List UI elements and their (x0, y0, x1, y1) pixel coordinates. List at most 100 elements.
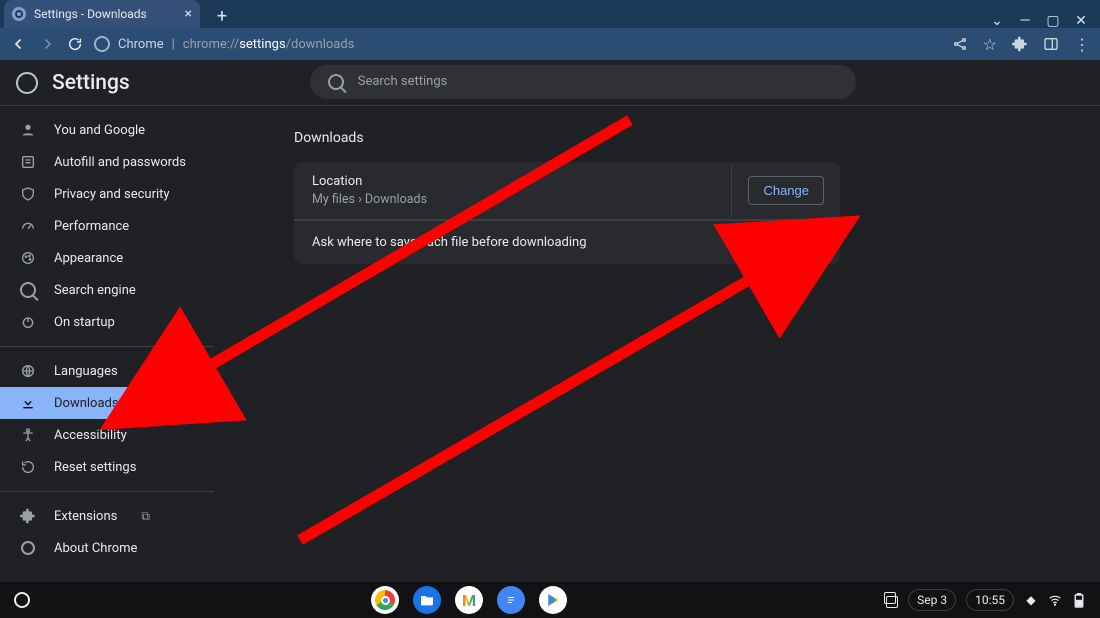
wifi-icon[interactable] (1048, 593, 1062, 607)
sidebar-item-downloads[interactable]: Downloads (0, 387, 198, 419)
chevron-down-icon[interactable]: ⌄ (990, 14, 1004, 28)
maximize-icon[interactable]: ▢ (1046, 14, 1060, 28)
tray-date[interactable]: Sep 3 (908, 589, 956, 611)
url-path: /downloads (286, 37, 355, 52)
sidebar-item-about[interactable]: About Chrome (0, 532, 214, 564)
settings-search-input[interactable]: Search settings (310, 65, 856, 99)
minimize-icon[interactable]: — (1018, 14, 1032, 28)
sidebar-label: Accessibility (54, 428, 127, 443)
location-path: My files › Downloads (312, 192, 713, 207)
sidebar-separator (0, 491, 214, 492)
download-icon (20, 395, 36, 411)
overview-icon[interactable] (884, 593, 898, 607)
downloads-card: Location My files › Downloads Change Ask… (294, 162, 840, 264)
person-icon (20, 122, 36, 138)
settings-content: Settings Search settings You and Google … (0, 60, 1100, 582)
sidebar-label: Search engine (54, 283, 136, 298)
sidebar-item-privacy[interactable]: Privacy and security (0, 178, 214, 210)
sidebar-label: Appearance (54, 251, 123, 266)
sidebar-item-you-google[interactable]: You and Google (0, 114, 214, 146)
sidebar-label: Languages (54, 364, 118, 379)
sidebar-item-accessibility[interactable]: Accessibility (0, 419, 214, 451)
app-files[interactable] (413, 586, 441, 614)
palette-icon (20, 250, 36, 266)
location-label: Location (312, 174, 713, 189)
app-gmail[interactable]: M (455, 586, 483, 614)
ask-before-download-label: Ask where to save each file before downl… (312, 235, 587, 250)
app-chrome[interactable] (371, 586, 399, 614)
sidebar-label: Performance (54, 219, 129, 234)
side-panel-icon[interactable] (1043, 36, 1059, 52)
shield-icon (20, 186, 36, 202)
autofill-icon (20, 154, 36, 170)
kebab-menu-icon[interactable]: ⋮ (1074, 35, 1090, 54)
settings-tab-icon (12, 7, 26, 21)
bookmark-icon[interactable]: ☆ (983, 35, 997, 54)
notification-icon[interactable]: ◆ (1024, 593, 1038, 607)
sidebar-label: About Chrome (54, 541, 137, 556)
app-play[interactable] (539, 586, 567, 614)
battery-icon[interactable] (1072, 593, 1086, 607)
app-docs[interactable] (497, 586, 525, 614)
launcher-button[interactable] (14, 592, 30, 608)
sidebar-item-languages[interactable]: Languages (0, 355, 214, 387)
tab-title: Settings - Downloads (34, 7, 147, 21)
sidebar-label: On startup (54, 315, 115, 330)
ask-before-download-toggle[interactable] (792, 236, 822, 250)
speedometer-icon (20, 218, 36, 234)
url-separator: | (172, 37, 175, 52)
close-tab-icon[interactable]: × (185, 7, 192, 21)
search-icon (328, 74, 344, 90)
back-button[interactable] (10, 35, 28, 53)
chrome-logo-icon (16, 72, 38, 94)
url-host: settings (239, 37, 285, 52)
sidebar-item-reset[interactable]: Reset settings (0, 451, 214, 483)
globe-icon (20, 363, 36, 379)
power-icon (20, 314, 36, 330)
sidebar-item-appearance[interactable]: Appearance (0, 242, 214, 274)
address-bar[interactable]: Chrome | chrome://settings/downloads (94, 36, 942, 52)
search-icon (20, 282, 36, 298)
sidebar-label: You and Google (54, 123, 145, 138)
tab-strip: Settings - Downloads × + ⌄ — ▢ ✕ (0, 0, 1100, 28)
sidebar-label: Autofill and passwords (54, 155, 186, 170)
sidebar-item-startup[interactable]: On startup (0, 306, 214, 338)
change-location-button[interactable]: Change (748, 176, 824, 205)
chrome-logo-icon (94, 36, 110, 52)
section-title: Downloads (294, 130, 1060, 146)
share-icon[interactable] (952, 36, 968, 52)
chrome-icon (20, 540, 36, 556)
browser-tab[interactable]: Settings - Downloads × (4, 0, 200, 28)
sidebar-label: Privacy and security (54, 187, 170, 202)
sidebar-item-search[interactable]: Search engine (0, 274, 214, 306)
extensions-icon (20, 508, 36, 524)
chromeos-shelf: M Sep 3 10:55 ◆ (0, 582, 1100, 618)
sidebar-label: Reset settings (54, 460, 136, 475)
toggle-knob (791, 235, 807, 251)
accessibility-icon (20, 427, 36, 443)
reset-icon (20, 459, 36, 475)
settings-main: Downloads Location My files › Downloads … (214, 106, 1100, 582)
extensions-icon[interactable] (1012, 36, 1028, 52)
external-link-icon: ⧉ (141, 509, 150, 524)
url-scheme: chrome:// (183, 37, 239, 52)
tray-time[interactable]: 10:55 (966, 589, 1014, 611)
site-chip: Chrome (118, 37, 164, 52)
sidebar-item-autofill[interactable]: Autofill and passwords (0, 146, 214, 178)
toolbar-actions: ☆ ⋮ (952, 35, 1090, 54)
sidebar-separator (0, 346, 214, 347)
sidebar-label: Downloads (54, 396, 119, 411)
forward-button[interactable] (38, 35, 56, 53)
settings-sidebar: You and Google Autofill and passwords Pr… (0, 106, 214, 582)
close-window-icon[interactable]: ✕ (1074, 14, 1088, 28)
sidebar-label: Extensions (54, 509, 117, 524)
settings-header: Settings Search settings (0, 60, 1100, 106)
sidebar-item-performance[interactable]: Performance (0, 210, 214, 242)
page-title: Settings (52, 71, 130, 95)
new-tab-button[interactable]: + (210, 4, 234, 28)
sidebar-item-extensions[interactable]: Extensions ⧉ (0, 500, 214, 532)
search-placeholder: Search settings (358, 74, 448, 89)
browser-toolbar: Chrome | chrome://settings/downloads ☆ ⋮ (0, 28, 1100, 60)
system-tray[interactable]: Sep 3 10:55 ◆ (884, 589, 1086, 611)
reload-button[interactable] (66, 35, 84, 53)
